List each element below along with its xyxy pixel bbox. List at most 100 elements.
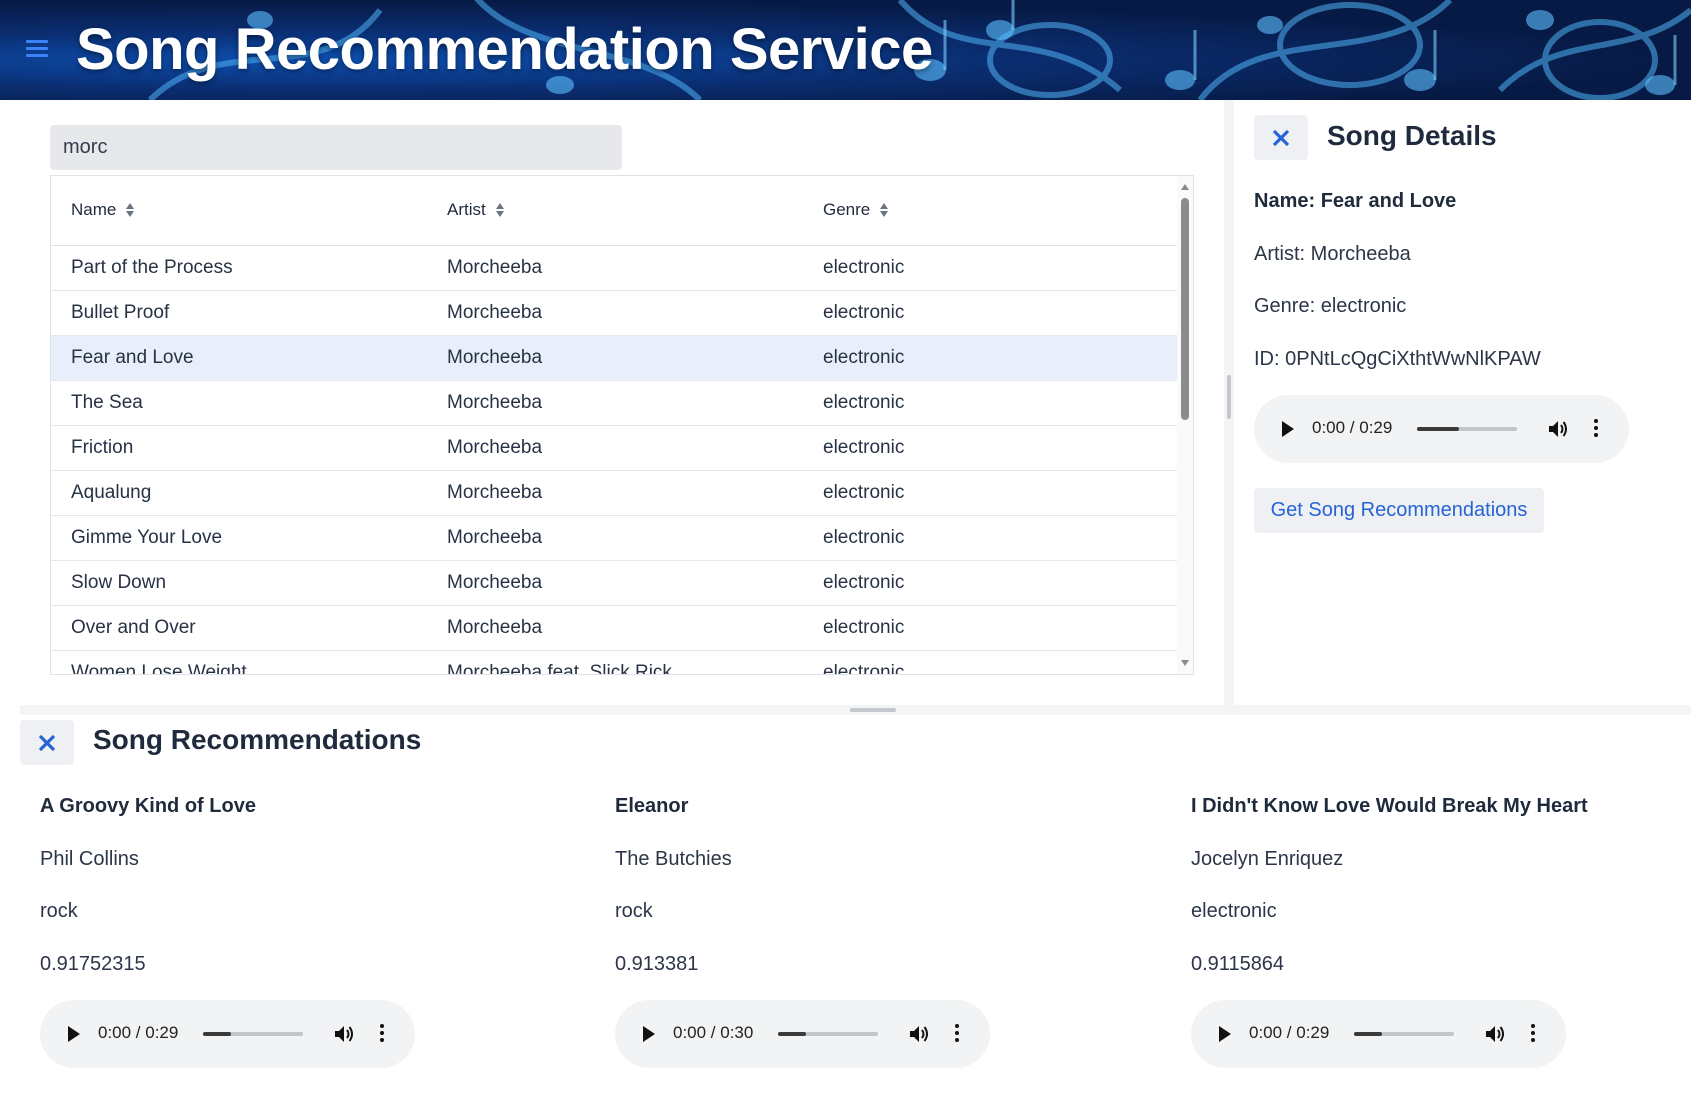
- splitter-grip[interactable]: [850, 708, 896, 712]
- cell-genre: electronic: [823, 437, 905, 458]
- play-icon[interactable]: [68, 1026, 80, 1042]
- recommendation-artist: Jocelyn Enriquez: [1191, 848, 1344, 870]
- column-header-genre[interactable]: Genre: [823, 200, 889, 220]
- audio-time: 0:00 / 0:30: [673, 1023, 754, 1042]
- table-row[interactable]: Friction Morcheeba electronic: [51, 426, 1179, 471]
- audio-time: 0:00 / 0:29: [1312, 418, 1393, 437]
- more-options-icon[interactable]: [1594, 419, 1598, 440]
- more-options-icon[interactable]: [955, 1024, 959, 1045]
- cell-name: Gimme Your Love: [71, 527, 223, 548]
- cell-name: Over and Over: [71, 617, 196, 638]
- more-options-icon[interactable]: [380, 1024, 384, 1045]
- recommendation-genre: rock: [615, 900, 653, 922]
- recommendation-artist: Phil Collins: [40, 848, 139, 870]
- audio-time: 0:00 / 0:29: [98, 1023, 179, 1042]
- cell-genre: electronic: [823, 482, 905, 503]
- splitter-grip[interactable]: [1227, 375, 1231, 419]
- cell-name: Fear and Love: [71, 347, 194, 368]
- cell-genre: electronic: [823, 572, 905, 593]
- cell-genre: electronic: [823, 392, 905, 413]
- close-icon: [38, 734, 56, 751]
- play-icon[interactable]: [1219, 1026, 1231, 1042]
- recommendation-audio-player[interactable]: 0:00 / 0:30: [615, 1000, 990, 1068]
- column-header-label: Genre: [823, 200, 871, 219]
- table-row[interactable]: Slow Down Morcheeba electronic: [51, 561, 1179, 606]
- recommendation-artist: The Butchies: [615, 848, 732, 870]
- audio-seek-bar[interactable]: [1417, 427, 1517, 431]
- app-header: Song Recommendation Service: [0, 0, 1691, 100]
- recommendation-name: I Didn't Know Love Would Break My Heart: [1191, 795, 1588, 817]
- recommendation-audio-player[interactable]: 0:00 / 0:29: [40, 1000, 415, 1068]
- cell-artist: Morcheeba: [447, 437, 543, 458]
- cell-artist: Morcheeba: [447, 392, 543, 413]
- cell-name: Slow Down: [71, 572, 167, 593]
- scroll-up-arrow-icon[interactable]: [1181, 184, 1189, 190]
- volume-icon[interactable]: [332, 1022, 356, 1046]
- column-header-name[interactable]: Name: [71, 200, 135, 220]
- table-row[interactable]: Over and Over Morcheeba electronic: [51, 606, 1179, 651]
- cell-artist: Morcheeba: [447, 527, 543, 548]
- table-row[interactable]: Aqualung Morcheeba electronic: [51, 471, 1179, 516]
- table-row[interactable]: Bullet Proof Morcheeba electronic: [51, 291, 1179, 336]
- get-recommendations-button[interactable]: Get Song Recommendations: [1254, 488, 1544, 533]
- cell-artist: Morcheeba: [447, 617, 543, 638]
- table-row[interactable]: Women Lose Weight Morcheeba feat. Slick R…: [51, 651, 1179, 675]
- sort-icon[interactable]: [880, 202, 889, 218]
- audio-seek-bar[interactable]: [203, 1032, 303, 1036]
- horizontal-splitter[interactable]: [20, 705, 1691, 715]
- cell-name: Friction: [71, 437, 134, 458]
- table-header: Name Artist Genre: [51, 176, 1179, 246]
- more-options-icon[interactable]: [1531, 1024, 1535, 1045]
- volume-icon[interactable]: [1483, 1022, 1507, 1046]
- hamburger-menu-icon[interactable]: [26, 40, 48, 58]
- seek-bar-fill: [1417, 427, 1459, 431]
- cell-artist: Morcheeba feat. Slick Rick: [447, 662, 672, 675]
- app-title: Song Recommendation Service: [76, 17, 933, 82]
- recommendation-score: 0.9115864: [1191, 953, 1285, 975]
- seek-bar-fill: [203, 1032, 231, 1036]
- recommendation-score: 0.91752315: [40, 953, 146, 975]
- recommendation-genre: rock: [40, 900, 78, 922]
- vertical-splitter[interactable]: [1224, 100, 1234, 705]
- table-scrollbar[interactable]: [1177, 176, 1193, 674]
- scroll-down-arrow-icon[interactable]: [1181, 660, 1189, 666]
- songs-table: Name Artist Genre Part of the Process Mor…: [50, 175, 1194, 675]
- cell-name: Bullet Proof: [71, 302, 170, 323]
- volume-icon[interactable]: [907, 1022, 931, 1046]
- table-row[interactable]: Part of the Process Morcheeba electronic: [51, 246, 1179, 291]
- column-header-artist[interactable]: Artist: [447, 200, 505, 220]
- volume-icon[interactable]: [1546, 417, 1570, 441]
- cell-artist: Morcheeba: [447, 482, 543, 503]
- cell-name: The Sea: [71, 392, 143, 413]
- close-recommendations-button[interactable]: [20, 720, 74, 765]
- details-id: ID: 0PNtLcQgCiXthtWwNlKPAW: [1254, 348, 1541, 370]
- cell-genre: electronic: [823, 662, 905, 675]
- table-row[interactable]: Fear and Love Morcheeba electronic: [51, 336, 1179, 381]
- cell-genre: electronic: [823, 257, 905, 278]
- details-name: Name: Fear and Love: [1254, 190, 1457, 212]
- recommendation-audio-player[interactable]: 0:00 / 0:29: [1191, 1000, 1566, 1068]
- search-input[interactable]: [50, 125, 622, 170]
- audio-seek-bar[interactable]: [1354, 1032, 1454, 1036]
- table-row[interactable]: Gimme Your Love Morcheeba electronic: [51, 516, 1179, 561]
- audio-seek-bar[interactable]: [778, 1032, 878, 1036]
- sort-icon[interactable]: [495, 202, 505, 218]
- seek-bar-fill: [1354, 1032, 1382, 1036]
- sort-icon[interactable]: [126, 202, 135, 218]
- cell-name: Part of the Process: [71, 257, 233, 278]
- cell-artist: Morcheeba: [447, 347, 543, 368]
- details-title: Song Details: [1327, 120, 1497, 151]
- column-header-label: Name: [71, 200, 117, 219]
- cell-genre: electronic: [823, 617, 905, 638]
- cell-genre: electronic: [823, 347, 905, 368]
- close-details-button[interactable]: [1254, 115, 1308, 160]
- play-icon[interactable]: [1282, 421, 1294, 437]
- recommendations-title: Song Recommendations: [93, 724, 422, 755]
- scrollbar-thumb[interactable]: [1181, 198, 1189, 420]
- play-icon[interactable]: [643, 1026, 655, 1042]
- details-audio-player[interactable]: 0:00 / 0:29: [1254, 395, 1629, 463]
- cell-name: Women Lose Weight: [71, 662, 247, 675]
- cell-artist: Morcheeba: [447, 257, 543, 278]
- table-row[interactable]: The Sea Morcheeba electronic: [51, 381, 1179, 426]
- cell-genre: electronic: [823, 527, 905, 548]
